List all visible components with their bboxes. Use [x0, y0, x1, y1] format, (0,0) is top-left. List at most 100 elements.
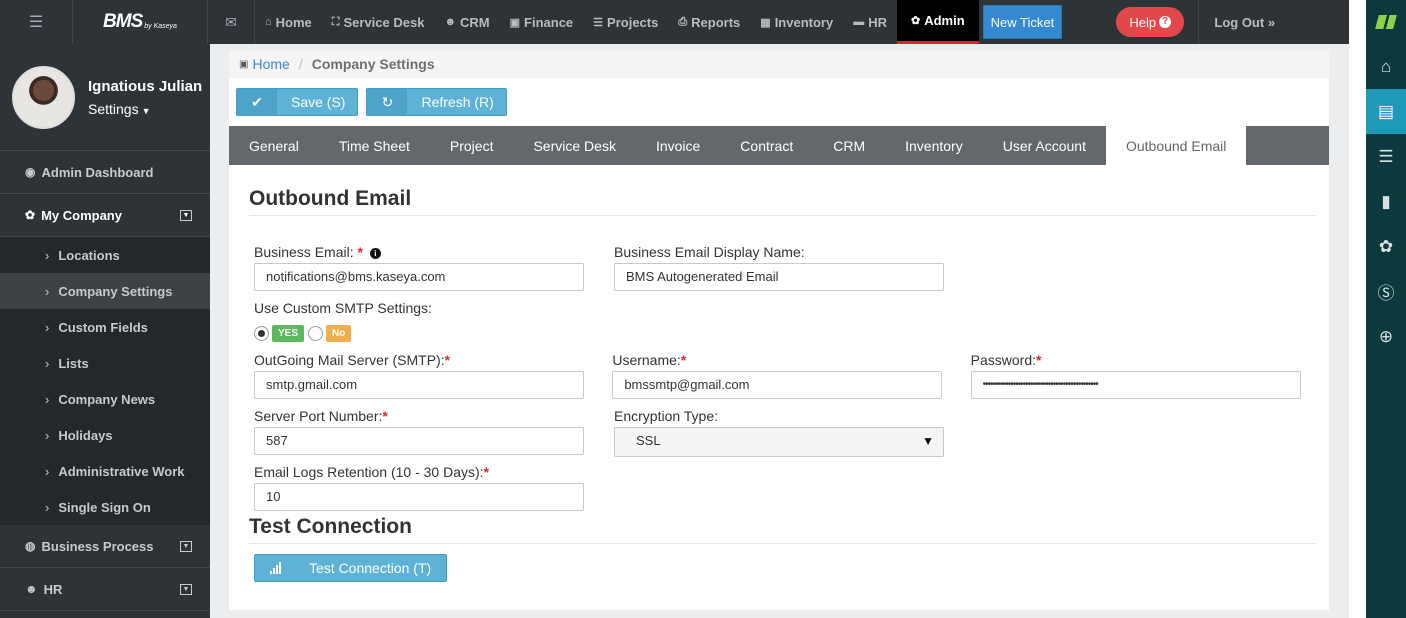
tab-general[interactable]: General — [229, 126, 319, 165]
menu-toggle-icon[interactable]: ☰ — [0, 0, 73, 44]
print-icon: ⎙ — [678, 15, 688, 28]
nav-service-desk[interactable]: ⛶ Service Desk — [322, 0, 435, 44]
custom-smtp-no-radio[interactable] — [308, 326, 324, 341]
sidebar-item-admin-dashboard[interactable]: ◉ Admin Dashboard — [0, 151, 210, 194]
sidebar-item-hr[interactable]: ☻ HR ▼ — [0, 568, 210, 611]
building-icon: ▦ — [760, 16, 771, 29]
users-icon: ☻ — [25, 582, 38, 596]
nav-crm[interactable]: ☻ CRM — [434, 0, 499, 44]
business-email-field[interactable]: notifications@bms.kaseya.com — [254, 263, 584, 291]
settings-dropdown[interactable]: Settings ▼ — [88, 101, 202, 117]
rss-icon: ▣ — [239, 58, 249, 70]
nav-home[interactable]: ⌂ Home — [255, 0, 322, 44]
sidebar: Ignatious Julian Settings ▼ ◉ Admin Dashbo… — [0, 44, 210, 618]
list-icon: ☰ — [593, 16, 604, 29]
my-company-submenu: › Locations › Company Settings › Custom Fie… — [0, 237, 210, 525]
new-ticket-button[interactable]: New Ticket — [982, 5, 1063, 39]
smtp-label: OutGoing Mail Server (SMTP):* — [254, 352, 451, 368]
custom-smtp-yes-radio[interactable] — [254, 326, 269, 341]
user-name: Ignatious Julian — [88, 77, 203, 95]
sidebar-item-custom-fields[interactable]: › Custom Fields — [0, 309, 210, 345]
tab-inventory[interactable]: Inventory — [885, 126, 983, 165]
breadcrumb-home-link[interactable]: Home — [252, 56, 289, 72]
breadcrumb: ▣ Home / Company Settings — [229, 50, 1329, 78]
outbound-email-heading: Outbound Email — [249, 187, 1315, 216]
avatar[interactable] — [12, 65, 75, 129]
home-icon[interactable]: ⌂ — [1366, 44, 1406, 89]
gear-icon[interactable]: ✿ — [1366, 224, 1406, 269]
port-field[interactable]: 587 — [254, 427, 584, 455]
tab-project[interactable]: Project — [430, 126, 514, 165]
tab-user-account[interactable]: User Account — [983, 126, 1106, 165]
chevron-right-icon: › — [45, 463, 50, 479]
sidebar-item-administrative-work[interactable]: › Administrative Work — [0, 453, 210, 489]
retention-label: Email Logs Retention (10 - 30 Days):* — [254, 464, 490, 480]
contacts-icon[interactable]: ☰ — [1366, 134, 1406, 179]
port-label: Server Port Number:* — [254, 408, 388, 424]
app-logo[interactable]: BMS by Kaseya — [73, 0, 208, 44]
check-icon: ✔ — [237, 89, 277, 115]
test-connection-button[interactable]: Test Connection (T) — [254, 554, 447, 582]
top-navbar: ☰ BMS by Kaseya ✉ ⌂ Home ⛶ Service Desk ☻ CR… — [0, 0, 1349, 44]
chevron-right-icon: › — [45, 499, 50, 515]
nav-hr[interactable]: ▬ HR — [843, 0, 897, 44]
nav-projects[interactable]: ☰ Projects — [583, 0, 668, 44]
logout-link[interactable]: Log Out » — [1198, 0, 1290, 44]
users-icon: ☻ — [444, 16, 457, 28]
expand-icon[interactable]: ▼ — [180, 583, 192, 595]
sidebar-item-company-news[interactable]: › Company News — [0, 381, 210, 417]
sitemap-icon: ⛶ — [331, 15, 340, 28]
username-label: Username:* — [612, 352, 687, 368]
gear-icon: ✿ — [25, 208, 36, 222]
question-icon: ? — [1159, 16, 1172, 28]
mail-icon[interactable]: ✉ — [208, 0, 255, 44]
refresh-icon: ↻ — [367, 89, 408, 115]
username-field[interactable]: bmssmtp@gmail.com — [612, 371, 943, 399]
encryption-select[interactable]: SSL ▼ — [614, 427, 944, 457]
test-connection-heading: Test Connection — [249, 515, 1315, 544]
kaseya-logo-icon[interactable] — [1375, 15, 1397, 29]
sidebar-item-company-settings[interactable]: › Company Settings — [0, 273, 210, 309]
no-badge[interactable]: No — [326, 325, 352, 342]
tab-contract[interactable]: Contract — [720, 126, 813, 165]
sidebar-item-single-sign-on[interactable]: › Single Sign On — [0, 489, 210, 525]
tab-outbound-email[interactable]: Outbound Email — [1105, 126, 1247, 165]
sidebar-item-lists[interactable]: › Lists — [0, 345, 210, 381]
help-button[interactable]: Help? — [1116, 7, 1185, 37]
tab-service-desk[interactable]: Service Desk — [513, 126, 635, 165]
nav-finance[interactable]: ▣ Finance — [500, 0, 584, 44]
expand-icon[interactable]: ▼ — [180, 540, 192, 552]
yes-badge[interactable]: YES — [272, 325, 305, 342]
chevron-right-icon: › — [45, 355, 50, 371]
inbox-icon[interactable]: ▤ — [1366, 89, 1406, 134]
main-content: ▣ Home / Company Settings ✔ Save (S) ↻ Ref… — [229, 50, 1329, 610]
sidebar-item-business-process[interactable]: ◍ Business Process ▼ — [0, 525, 210, 568]
money-icon: ▣ — [509, 16, 521, 29]
tab-invoice[interactable]: Invoice — [636, 126, 720, 165]
sidebar-item-my-company[interactable]: ✿ My Company ▼ — [0, 194, 210, 237]
breadcrumb-separator: / — [298, 56, 303, 72]
save-button[interactable]: ✔ Save (S) — [236, 88, 359, 116]
tab-crm[interactable]: CRM — [813, 126, 885, 165]
user-profile: Ignatious Julian Settings ▼ — [0, 44, 210, 151]
dropdown-arrow-icon: ▼ — [922, 434, 934, 448]
encryption-label: Encryption Type: — [614, 408, 719, 424]
display-name-field[interactable]: BMS Autogenerated Email — [614, 263, 944, 291]
nav-reports[interactable]: ⎙ Reports — [668, 0, 750, 44]
nav-inventory[interactable]: ▦ Inventory — [750, 0, 843, 44]
add-user-icon[interactable]: ⊕ — [1366, 314, 1406, 359]
skype-icon[interactable]: Ⓢ — [1366, 269, 1406, 314]
bar-chart-icon[interactable]: ▮ — [1366, 179, 1406, 224]
tab-time-sheet[interactable]: Time Sheet — [319, 126, 430, 165]
smtp-server-field[interactable]: smtp.gmail.com — [254, 371, 584, 399]
sidebar-item-locations[interactable]: › Locations — [0, 237, 210, 273]
info-icon[interactable]: i — [369, 248, 381, 259]
chevron-right-icon: › — [45, 391, 50, 407]
refresh-button[interactable]: ↻ Refresh (R) — [366, 88, 507, 116]
collapse-icon[interactable]: ▼ — [180, 209, 192, 221]
password-field[interactable]: ••••••••••••••••••••••••••••••••••••••••… — [970, 371, 1301, 399]
nav-admin[interactable]: ✿ Admin — [896, 0, 979, 44]
retention-field[interactable]: 10 — [254, 483, 584, 511]
business-email-label: Business Email: * i — [254, 244, 614, 261]
sidebar-item-holidays[interactable]: › Holidays — [0, 417, 210, 453]
